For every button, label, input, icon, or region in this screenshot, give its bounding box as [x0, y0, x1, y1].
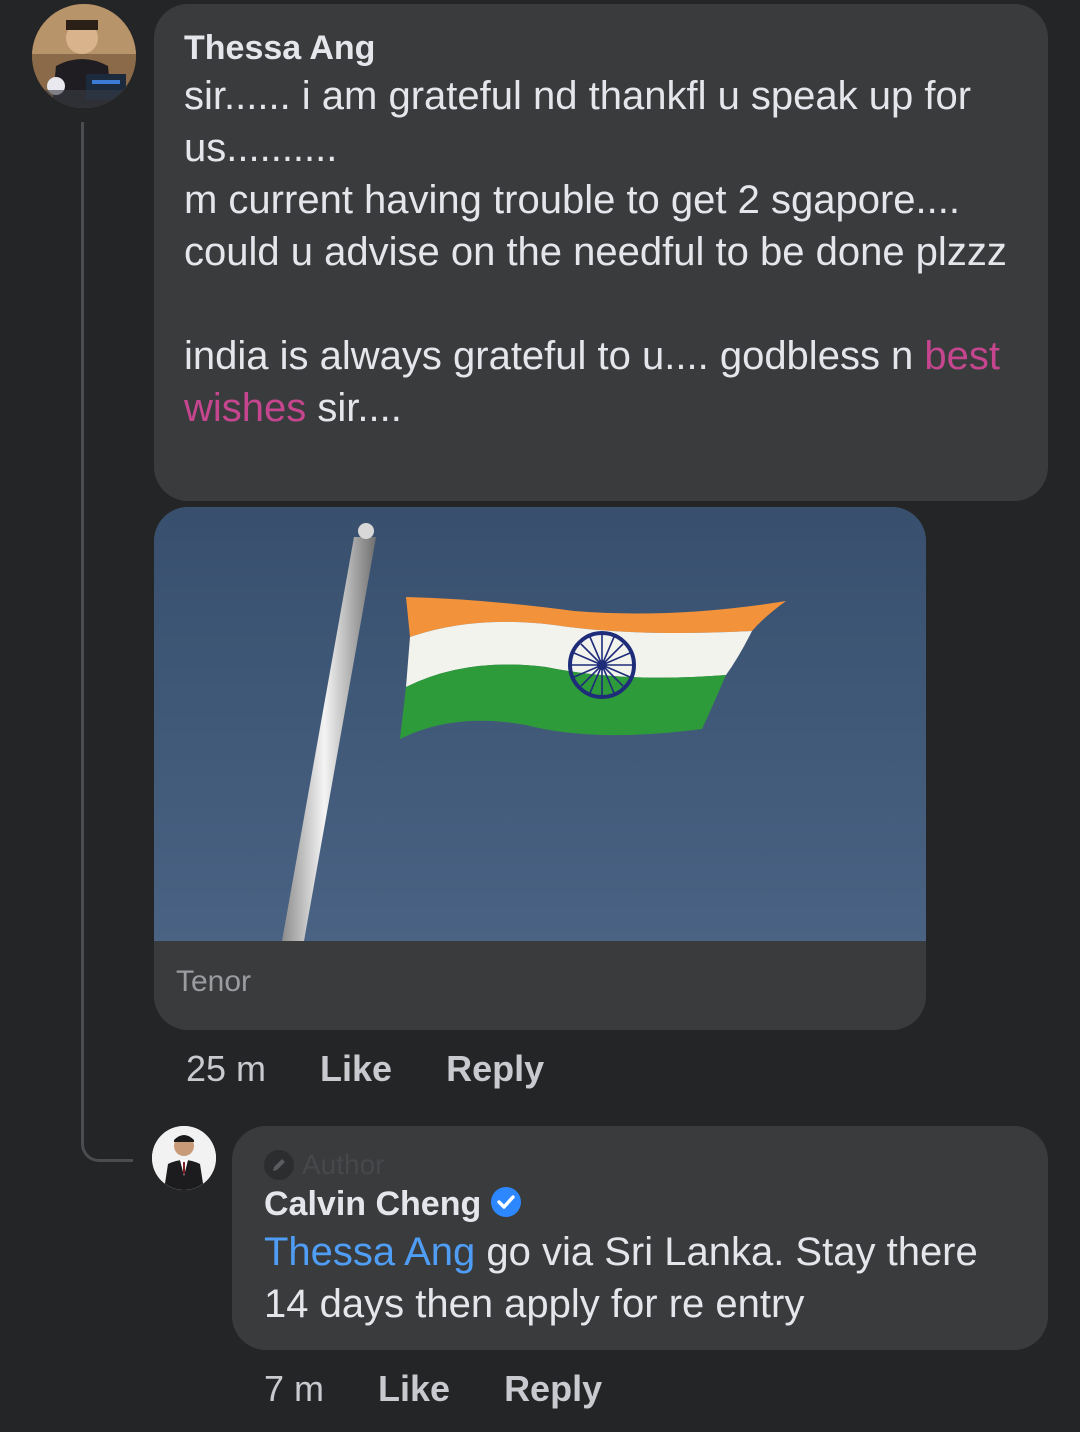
author-badge-label: Author [302, 1149, 385, 1180]
reply-author-row: Calvin Cheng [264, 1182, 1016, 1226]
gif-attachment[interactable]: Tenor [154, 507, 926, 1030]
verified-check-icon [489, 1185, 523, 1224]
comment-author-name[interactable]: Thessa Ang [184, 26, 1018, 70]
comment-timestamp[interactable]: 25 m [186, 1048, 266, 1090]
avatar-thessa-ang-image [32, 4, 136, 108]
avatar-thessa-ang[interactable] [32, 4, 136, 108]
comment-actions: 25 m Like Reply [186, 1048, 544, 1090]
comment-body: sir...... i am grateful nd thankfl u spe… [184, 74, 1007, 378]
reply-reply-button[interactable]: Reply [504, 1368, 602, 1410]
india-flag-gif [154, 507, 926, 941]
comment-body-end: sir.... [306, 386, 402, 430]
author-badge: Author [264, 1148, 1016, 1182]
reply-button[interactable]: Reply [446, 1048, 544, 1090]
reply-timestamp[interactable]: 7 m [264, 1368, 324, 1410]
reply-mention-link[interactable]: Thessa Ang [264, 1230, 475, 1274]
avatar-calvin-cheng[interactable] [152, 1126, 216, 1190]
reply-bubble: Author Calvin Cheng Thessa Ang go via Sr… [232, 1126, 1048, 1350]
reply-actions: 7 m Like Reply [264, 1368, 602, 1410]
comment-bubble: Thessa Ang sir...... i am grateful nd th… [154, 4, 1048, 501]
reply-author-name[interactable]: Calvin Cheng [264, 1182, 481, 1226]
gif-source-label: Tenor [176, 965, 252, 998]
pencil-icon [264, 1150, 294, 1180]
thread-connector-line [81, 122, 133, 1162]
reply-like-button[interactable]: Like [378, 1368, 450, 1410]
like-button[interactable]: Like [320, 1048, 392, 1090]
comment-text: sir...... i am grateful nd thankfl u spe… [184, 70, 1018, 434]
reply-text: Thessa Ang go via Sri Lanka. Stay there … [264, 1226, 1016, 1330]
avatar-calvin-cheng-image [152, 1126, 216, 1190]
comment-thread: Thessa Ang sir...... i am grateful nd th… [0, 0, 1080, 1432]
